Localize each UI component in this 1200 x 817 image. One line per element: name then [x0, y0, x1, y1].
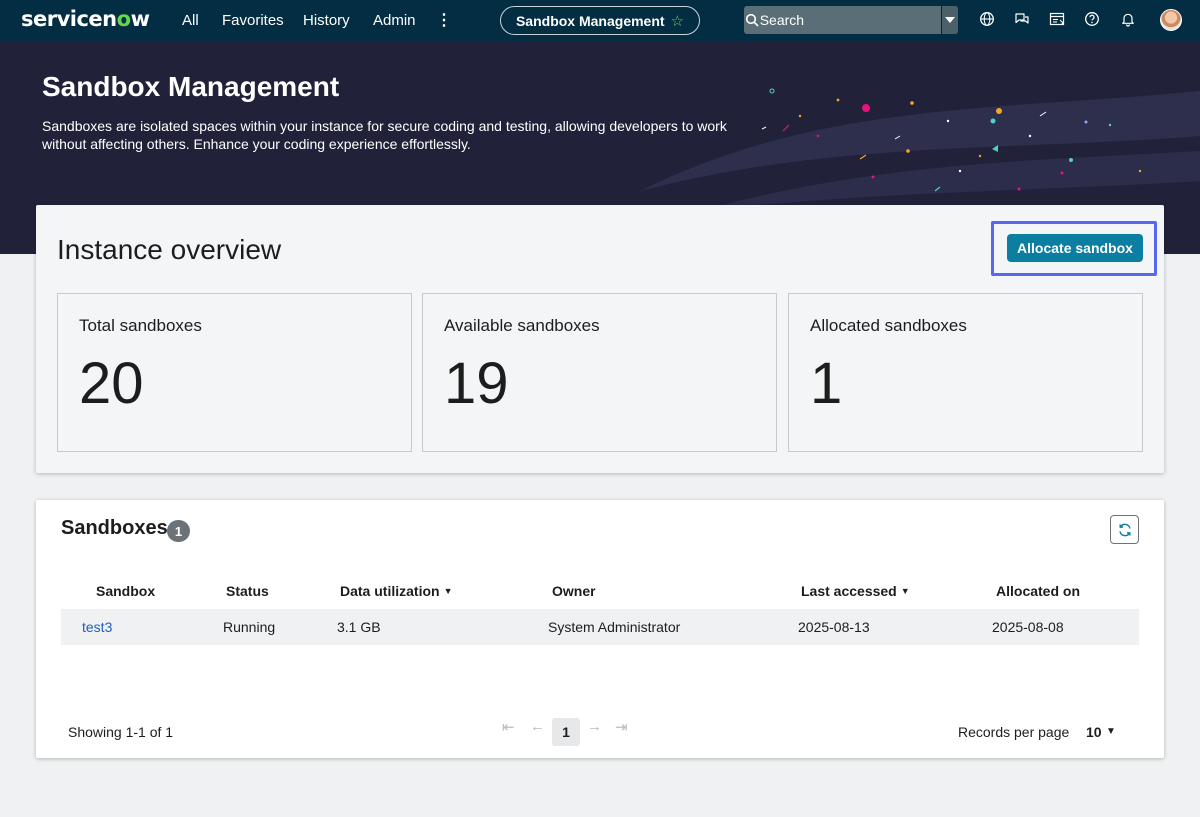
- app-scope-chip[interactable]: Sandbox Management ☆: [500, 6, 700, 35]
- help-icon[interactable]: [1084, 11, 1100, 32]
- bell-icon[interactable]: [1120, 11, 1136, 32]
- nav-admin-menu[interactable]: Admin: [373, 12, 416, 29]
- sandbox-last-accessed: 2025-08-13: [798, 619, 870, 635]
- stat-value: 20: [79, 351, 144, 416]
- sort-caret-icon: ▼: [900, 586, 910, 596]
- nav-history-menu[interactable]: History: [303, 12, 350, 29]
- stat-allocated-sandboxes: Allocated sandboxes 1: [788, 293, 1143, 452]
- stat-value: 19: [444, 351, 509, 416]
- page-description: Sandboxes are isolated spaces within you…: [42, 118, 727, 152]
- chevron-down-icon[interactable]: ▼: [1106, 726, 1116, 737]
- search-input[interactable]: [759, 12, 941, 28]
- stat-value: 1: [810, 351, 843, 416]
- column-header-owner[interactable]: Owner: [552, 583, 596, 599]
- sandbox-allocated-on: 2025-08-08: [992, 619, 1064, 635]
- stat-label: Total sandboxes: [79, 316, 202, 335]
- column-header-status[interactable]: Status: [226, 583, 269, 599]
- records-per-page-select[interactable]: 10: [1086, 724, 1102, 740]
- top-navigation-bar: servicenow All Favorites History Admin ⋮…: [0, 0, 1200, 41]
- user-avatar[interactable]: [1160, 9, 1182, 31]
- chat-icon[interactable]: [1014, 11, 1030, 32]
- stat-available-sandboxes: Available sandboxes 19: [422, 293, 777, 452]
- scripts-icon[interactable]: [1049, 11, 1066, 32]
- sandbox-status: Running: [223, 619, 276, 635]
- allocate-sandbox-button[interactable]: Allocate sandbox: [1007, 234, 1143, 262]
- sandbox-name-link[interactable]: test3: [82, 619, 112, 635]
- search-dropdown-icon[interactable]: [940, 6, 958, 34]
- next-page-icon[interactable]: →: [587, 718, 602, 735]
- sandbox-data-utilization: 3.1 GB: [337, 619, 381, 635]
- stat-total-sandboxes: Total sandboxes 20: [57, 293, 412, 452]
- column-header-last-accessed[interactable]: Last accessed ▼: [801, 583, 910, 599]
- nav-favorites-menu[interactable]: Favorites: [222, 12, 284, 29]
- global-search: [744, 6, 958, 34]
- nav-all-menu[interactable]: All: [182, 12, 199, 29]
- column-header-data-utilization[interactable]: Data utilization ▼: [340, 583, 452, 599]
- records-per-page-label: Records per page: [958, 724, 1070, 740]
- refresh-button[interactable]: [1110, 515, 1139, 544]
- sandboxes-count-badge: 1: [167, 520, 190, 542]
- instance-overview-card: Instance overview Allocate sandbox Total…: [36, 205, 1164, 473]
- first-page-icon[interactable]: ⇤: [502, 718, 515, 736]
- sandbox-owner: System Administrator: [548, 619, 681, 635]
- stat-label: Allocated sandboxes: [810, 316, 967, 335]
- stat-label: Available sandboxes: [444, 316, 600, 335]
- pagination-summary: Showing 1-1 of 1: [68, 724, 174, 740]
- favorite-star-icon[interactable]: ☆: [671, 12, 684, 30]
- sort-caret-icon: ▼: [443, 586, 453, 596]
- app-chip-label: Sandbox Management: [515, 12, 665, 29]
- last-page-icon[interactable]: ⇥: [615, 718, 628, 736]
- column-header-allocated-on[interactable]: Allocated on: [996, 583, 1080, 599]
- page-title: Sandbox Management: [42, 71, 340, 102]
- more-menu-icon[interactable]: ⋮: [436, 10, 452, 30]
- current-page-button[interactable]: 1: [552, 718, 580, 746]
- search-icon: [744, 13, 760, 27]
- sandboxes-title: Sandboxes: [61, 517, 168, 539]
- instance-overview-title: Instance overview: [57, 234, 282, 265]
- refresh-icon: [1118, 523, 1131, 536]
- globe-icon[interactable]: [979, 11, 995, 32]
- column-header-sandbox[interactable]: Sandbox: [96, 583, 155, 599]
- sandboxes-list-card: Sandboxes 1 Sandbox Status Data utilizat…: [36, 500, 1164, 758]
- previous-page-icon[interactable]: ←: [530, 718, 545, 735]
- servicenow-logo[interactable]: servicenow: [21, 7, 150, 31]
